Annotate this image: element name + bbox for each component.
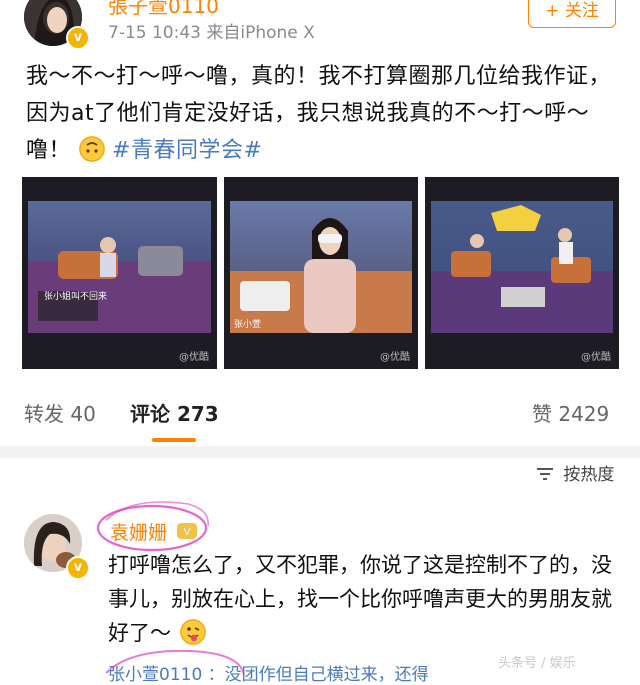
comment-text: 打呼噜怎么了，又不犯罪，你说了这是控制不了的，没事儿，别放在心上，找一个比你呼噜… (108, 548, 618, 650)
repost-label: 转发 (24, 402, 64, 426)
video-thumbnail-1[interactable]: 张小姐叫不回来 @优酷 (22, 177, 217, 369)
video-thumbnail-2[interactable]: 张小萱 @优酷 (224, 177, 418, 369)
stats-bar: 转发 40 评论 273 赞 2429 (0, 386, 640, 436)
sort-by-hot-button[interactable]: 按热度 (536, 460, 614, 485)
section-divider (0, 446, 640, 458)
sort-icon (536, 466, 554, 482)
repost-count: 40 (70, 402, 96, 426)
youku-watermark-2: @优酷 (380, 352, 410, 363)
post-hashtag[interactable]: #青春同学会# (112, 138, 262, 163)
youku-watermark-3: @优酷 (581, 352, 611, 363)
reply-preview[interactable]: 张小萱0110 ：没团作但自己横过来，还得 (108, 660, 429, 685)
like-label: 赞 (532, 402, 552, 426)
active-tab-indicator (152, 438, 196, 442)
post-header: v 張子萱0110 7-15 10:43 来自iPhone X + 关注 (0, 0, 640, 52)
post-meta: 7-15 10:43 来自iPhone X (108, 23, 315, 43)
tongue-out-face-emoji-icon (179, 619, 206, 645)
comment-count: 273 (176, 402, 219, 426)
repost-stat[interactable]: 转发 40 (24, 398, 96, 427)
verified-badge-icon-2: v (66, 556, 90, 580)
follow-button[interactable]: + 关注 (528, 0, 616, 28)
comment-stat[interactable]: 评论 273 (130, 398, 219, 427)
sort-label: 按热度 (563, 465, 615, 485)
video-caption-1: 张小姐叫不回来 (44, 292, 108, 302)
verified-badge-icon: v (66, 26, 90, 50)
video-caption-2: 张小萱 (234, 320, 262, 330)
video-thumbnail-3[interactable]: @优酷 (425, 177, 619, 369)
like-stat[interactable]: 赞 2429 (532, 398, 609, 427)
upside-down-face-emoji-icon (78, 136, 105, 162)
comment-label: 评论 (130, 402, 170, 426)
youku-watermark-1: @优酷 (179, 352, 209, 363)
post-author-name[interactable]: 張子萱0110 (108, 0, 219, 19)
source-watermark: 头条号 / 娱乐 (498, 656, 576, 671)
post-text: 我～不～打～呼～噜，真的！我不打算圈那几位给我作证，因为at了他们肯定没好话，我… (26, 58, 618, 169)
like-count: 2429 (558, 402, 610, 426)
